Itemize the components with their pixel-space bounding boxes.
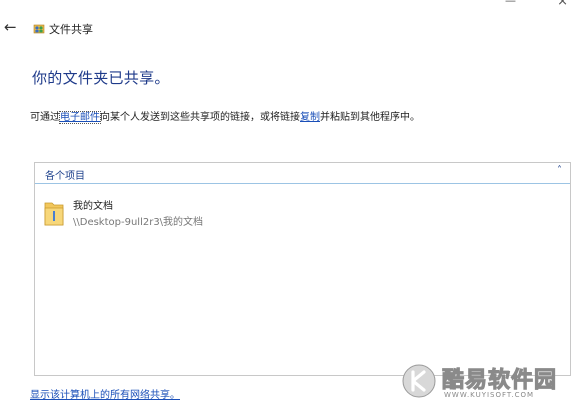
page-title: 你的文件夹已共享。 xyxy=(32,69,170,87)
watermark-brand: 酷易软件园 xyxy=(441,368,558,394)
window-title: 文件共享 xyxy=(49,23,93,36)
show-all-shares-link[interactable]: 显示该计算机上的所有网络共享。 xyxy=(30,386,180,401)
kuyi-logo-icon xyxy=(402,364,436,398)
watermark: 酷易软件园 WWW.KUYISOFT.COM xyxy=(402,360,580,406)
minimize-button[interactable]: — xyxy=(505,0,516,7)
chevron-up-icon[interactable]: ˄ xyxy=(557,165,562,176)
panel-header-label: 各个项目 xyxy=(45,171,85,182)
description-text: 可通过电子邮件向某个人发送到这些共享项的链接，或将链接复制并粘贴到其他程序中。 xyxy=(30,108,420,124)
panel-header[interactable]: 各个项目 ˄ xyxy=(35,163,570,184)
description-part-3: 并粘贴到其他程序中。 xyxy=(320,112,420,123)
shared-items-panel: 各个项目 ˄ 我的文档 \\Desktop-9ull2r3\我的文档 xyxy=(34,162,571,376)
description-part-1: 可通过 xyxy=(30,112,60,123)
file-sharing-icon xyxy=(33,24,45,34)
list-item[interactable]: 我的文档 \\Desktop-9ull2r3\我的文档 xyxy=(43,197,343,231)
copy-link[interactable]: 复制 xyxy=(300,112,320,123)
folder-icon xyxy=(44,202,64,226)
watermark-url: WWW.KUYISOFT.COM xyxy=(444,391,535,399)
close-button[interactable]: × xyxy=(557,0,568,9)
description-part-2: 向某个人发送到这些共享项的链接，或将链接 xyxy=(100,112,300,123)
back-arrow-icon[interactable]: ← xyxy=(4,19,20,35)
email-link[interactable]: 电子邮件 xyxy=(59,111,101,124)
title-bar: ← — × 文件共享 xyxy=(0,0,582,60)
item-path: \\Desktop-9ull2r3\我的文档 xyxy=(73,217,204,228)
item-name: 我的文档 xyxy=(73,201,113,212)
